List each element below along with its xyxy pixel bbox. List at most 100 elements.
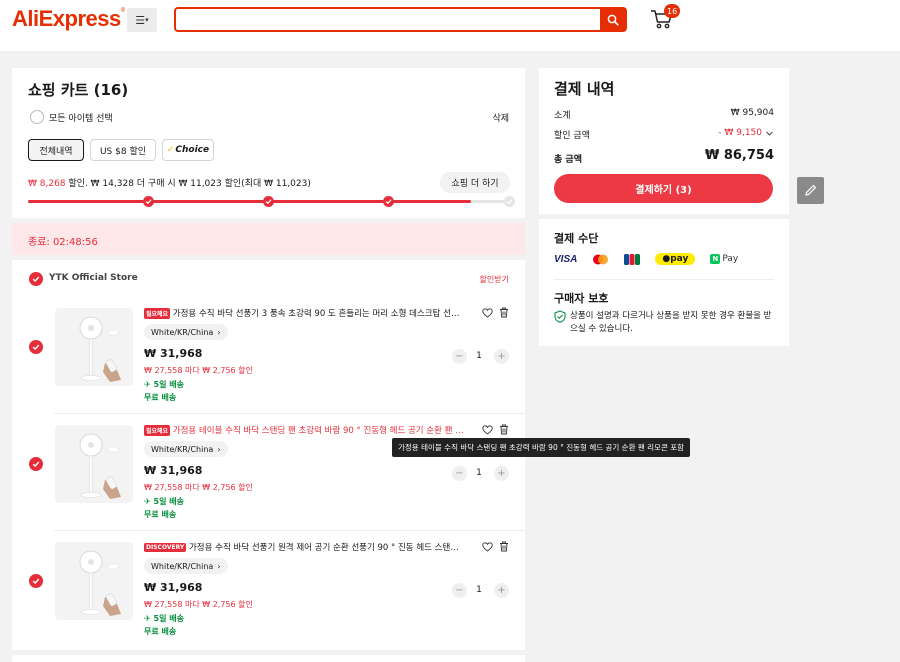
delivery-info: ✈ 5일 배송: [144, 613, 184, 624]
product-promo: ₩ 27,558 마다 ₩ 2,756 할인: [144, 600, 253, 609]
progress-milestone-3: [383, 196, 394, 207]
search-bar: [174, 7, 627, 32]
store-coupon-link[interactable]: 할인받기: [480, 274, 509, 285]
select-all-checkbox[interactable]: [30, 110, 44, 124]
total-label: 총 금액: [554, 155, 582, 165]
search-button[interactable]: [600, 9, 625, 30]
edit-button[interactable]: [797, 177, 824, 204]
buyer-protection-text: 상품이 설명과 다르거나 상품을 받지 못한 경우 환불을 받으실 수 있습니다…: [570, 311, 772, 334]
aliexpress-logo[interactable]: AliExpress®: [12, 6, 125, 32]
heart-icon[interactable]: [482, 308, 493, 318]
visa-icon: VISA: [554, 253, 578, 265]
checkout-button[interactable]: 결제하기 (3): [554, 174, 773, 203]
chevron-right-icon: ›: [217, 327, 221, 337]
countdown-banner: 종료: 02:48:56: [12, 223, 525, 255]
tab-us8-discount[interactable]: US $8 할인: [90, 139, 156, 161]
variant-label: White/KR/China: [151, 444, 214, 454]
product-image[interactable]: [55, 308, 133, 386]
subtotal-value: ₩ 95,904: [730, 108, 774, 118]
product-image[interactable]: [55, 425, 133, 503]
product-title[interactable]: DISCOVERY 가정용 수직 바닥 선풍기 원격 제어 공기 순환 선풍기 …: [144, 541, 466, 553]
trash-icon[interactable]: [499, 424, 509, 435]
free-shipping: 무료 배송: [144, 627, 177, 636]
subtotal-label: 소계: [554, 111, 571, 121]
item-divider: [54, 530, 525, 531]
item-divider: [54, 413, 525, 414]
plane-icon: ✈: [144, 497, 151, 506]
caret-down-icon: ▾: [145, 16, 149, 24]
quantity-decrease-button[interactable]: −: [452, 583, 467, 598]
free-shipping: 무료 배송: [144, 510, 177, 519]
quantity-value[interactable]: 1: [469, 468, 489, 478]
store-name[interactable]: YTK Official Store: [49, 273, 138, 283]
trash-icon[interactable]: [499, 541, 509, 552]
summary-title: 결제 내역: [554, 80, 615, 98]
delete-button[interactable]: 삭제: [492, 111, 509, 124]
discount-label: 할인 금액: [554, 131, 590, 141]
promo-progress-fill: [28, 200, 472, 203]
kakaopay-icon: ●pay: [655, 253, 696, 265]
discount-value-toggle[interactable]: - ₩ 9,150: [718, 128, 774, 138]
delivery-time: 5일 배송: [153, 497, 184, 506]
cart-count-badge: 16: [664, 4, 681, 18]
naverpay-icon: N Pay: [710, 254, 738, 264]
variant-selector[interactable]: White/KR/China ›: [144, 324, 228, 340]
promo-progress-text: ₩ 8,268 할인. ₩ 14,328 더 구매 시 ₩ 11,023 할인(…: [28, 176, 311, 189]
product-promo: ₩ 27,558 마다 ₩ 2,756 할인: [144, 366, 253, 375]
logo-text: AliExpress: [12, 6, 121, 31]
item-select-checkbox[interactable]: [29, 574, 43, 588]
search-icon: [607, 14, 619, 26]
product-title[interactable]: 필요해요 가정용 수직 바닥 선풍기 3 풍속 초강력 90 도 흔들리는 머리…: [144, 307, 466, 319]
tab-all-items[interactable]: 전체내역: [28, 139, 84, 161]
product-title-text: 가정용 수직 바닥 선풍기 3 풍속 초강력 90 도 흔들리는 머리 소형 데…: [172, 309, 466, 319]
shop-more-button[interactable]: 쇼핑 더 하기: [440, 172, 510, 193]
cart-title: 쇼핑 카트 (16): [28, 81, 129, 99]
chevron-right-icon: ›: [217, 561, 221, 571]
product-image[interactable]: [55, 542, 133, 620]
top-header: AliExpress® ☰ ▾ 16: [0, 0, 900, 51]
product-title[interactable]: 필요해요 가정용 테이블 수직 바닥 스탠딩 팬 초강력 바람 90 ° 진동형…: [144, 424, 466, 436]
progress-milestone-1: [143, 196, 154, 207]
heart-icon[interactable]: [482, 425, 493, 435]
search-input[interactable]: [176, 9, 600, 30]
variant-selector[interactable]: White/KR/China ›: [144, 558, 228, 574]
buyer-protection-title: 구매자 보호: [554, 292, 609, 305]
variant-label: White/KR/China: [151, 561, 214, 571]
item-select-checkbox[interactable]: [29, 457, 43, 471]
naverpay-label: Pay: [722, 254, 739, 264]
kakaopay-label: pay: [670, 254, 689, 264]
variant-selector[interactable]: White/KR/China ›: [144, 441, 228, 457]
chevron-right-icon: ›: [217, 444, 221, 454]
item-select-checkbox[interactable]: [29, 340, 43, 354]
order-summary-panel: 결제 내역 소계 ₩ 95,904 할인 금액 - ₩ 9,150 총 금액 ₩…: [539, 68, 789, 214]
delivery-time: 5일 배송: [153, 380, 184, 389]
product-price: ₩ 31,968: [144, 464, 203, 477]
quantity-increase-button[interactable]: +: [494, 466, 509, 481]
logo-registered-mark: ®: [120, 8, 125, 14]
discount-value: - ₩ 9,150: [718, 128, 762, 138]
hamburger-icon: ☰: [135, 13, 146, 27]
category-menu-button[interactable]: ☰ ▾: [127, 8, 157, 32]
promo-discount-amount: ₩ 8,268: [28, 179, 66, 189]
progress-milestone-4: [504, 196, 515, 207]
quantity-decrease-button[interactable]: −: [452, 466, 467, 481]
product-badge: DISCOVERY: [144, 543, 187, 552]
product-title-text: 가정용 테이블 수직 바닥 스탠딩 팬 초강력 바람 90 ° 진동형 헤드 공…: [172, 426, 466, 436]
heart-icon[interactable]: [482, 542, 493, 552]
product-title-text: 가정용 수직 바닥 선풍기 원격 제어 공기 순환 선풍기 90 ° 진동 헤드…: [188, 543, 466, 553]
quantity-increase-button[interactable]: +: [494, 583, 509, 598]
choice-label: Choice: [175, 145, 210, 155]
mastercard-icon: [593, 254, 609, 264]
tab-choice[interactable]: ✓ Choice: [162, 139, 214, 161]
quantity-increase-button[interactable]: +: [494, 349, 509, 364]
quantity-decrease-button[interactable]: −: [452, 349, 467, 364]
plane-icon: ✈: [144, 380, 151, 389]
trash-icon[interactable]: [499, 307, 509, 318]
quantity-value[interactable]: 1: [469, 585, 489, 595]
choice-check-icon: ✓: [166, 145, 175, 155]
quantity-value[interactable]: 1: [469, 351, 489, 361]
select-all-label: 모든 아이템 선택: [49, 114, 113, 124]
store-select-checkbox[interactable]: [29, 272, 43, 286]
payment-methods-row: VISA ●pay N Pay: [554, 251, 774, 267]
delivery-info: ✈ 5일 배송: [144, 496, 184, 507]
